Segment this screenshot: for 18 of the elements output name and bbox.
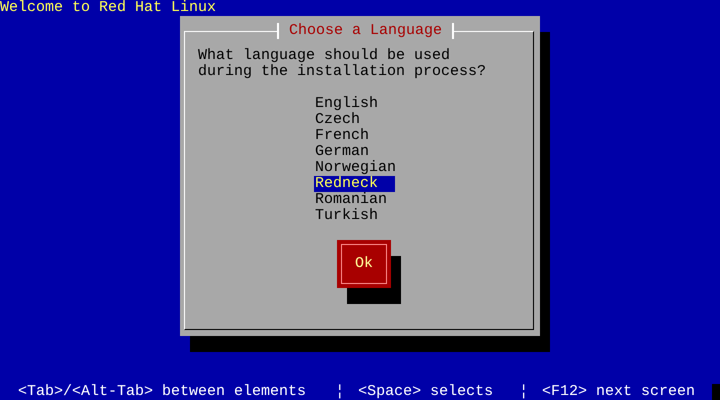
language-option[interactable]: Turkish (314, 208, 395, 224)
separator: ¦ (335, 384, 346, 400)
question-text: What language should be used during the installation process? (198, 48, 488, 80)
language-option[interactable]: French (314, 128, 395, 144)
screen-title: Welcome to Red Hat Linux (0, 0, 216, 16)
separator: ¦ (519, 384, 530, 400)
language-option[interactable]: German (314, 144, 395, 160)
help-hint: <Space> selects (358, 384, 494, 400)
cursor-block (712, 384, 720, 400)
dialog-title: Choose a Language (276, 23, 454, 39)
language-option[interactable]: Romanian (314, 192, 395, 208)
language-option[interactable]: Redneck (314, 176, 395, 192)
language-option[interactable]: English (314, 96, 395, 112)
ok-button[interactable]: Ok (337, 240, 391, 288)
language-option[interactable]: Czech (314, 112, 395, 128)
language-option[interactable]: Norwegian (314, 160, 395, 176)
help-hint: <Tab>/<Alt-Tab> between elements (18, 384, 308, 400)
help-hint: <F12> next screen (542, 384, 696, 400)
